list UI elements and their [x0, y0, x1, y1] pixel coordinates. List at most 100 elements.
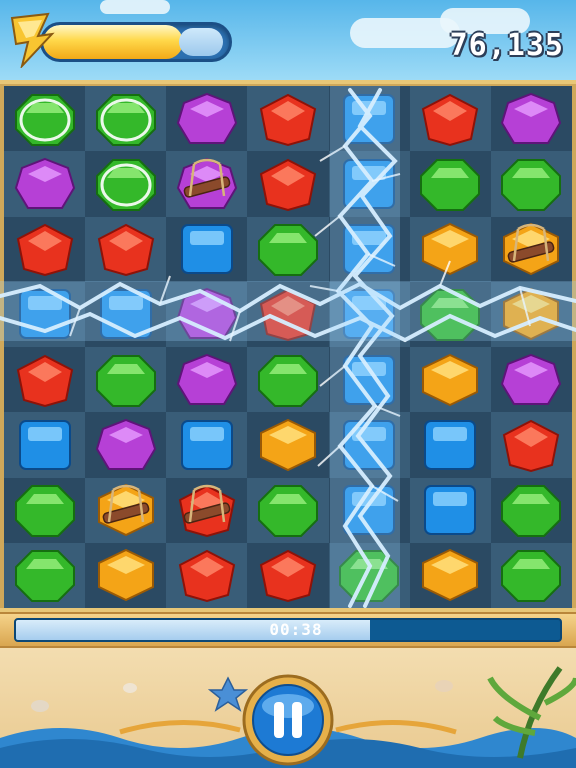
- gem-green-ring[interactable]: [93, 156, 159, 212]
- gem-red[interactable]: [255, 286, 321, 342]
- gem-green[interactable]: [417, 156, 483, 212]
- gem-green[interactable]: [12, 547, 78, 603]
- board-cell[interactable]: [409, 477, 491, 543]
- board-cell[interactable]: [85, 281, 167, 347]
- gem-red[interactable]: [12, 221, 78, 277]
- board-cell[interactable]: [328, 347, 410, 413]
- board-cell[interactable]: [247, 347, 329, 413]
- board-cell[interactable]: [247, 412, 329, 478]
- gem-blue[interactable]: [336, 417, 402, 473]
- gem-orange[interactable]: [417, 352, 483, 408]
- board-cell[interactable]: [4, 412, 86, 478]
- gem-red[interactable]: [255, 156, 321, 212]
- gem-red[interactable]: [417, 91, 483, 147]
- gem-blue[interactable]: [336, 352, 402, 408]
- gem-green[interactable]: [255, 221, 321, 277]
- board-cell[interactable]: [247, 216, 329, 282]
- gem-purple[interactable]: [498, 91, 564, 147]
- gem-red[interactable]: [174, 547, 240, 603]
- gem-purple[interactable]: [174, 286, 240, 342]
- board-cell[interactable]: [409, 86, 491, 152]
- gem-blue[interactable]: [12, 417, 78, 473]
- board-cell[interactable]: [328, 412, 410, 478]
- pause-button[interactable]: [240, 672, 336, 768]
- board-cell[interactable]: [328, 151, 410, 217]
- board-cell[interactable]: [166, 216, 248, 282]
- board-cell[interactable]: [4, 542, 86, 608]
- board-cell[interactable]: [166, 542, 248, 608]
- gem-blue[interactable]: [336, 91, 402, 147]
- board-cell[interactable]: [490, 412, 572, 478]
- board-cell[interactable]: [4, 216, 86, 282]
- gem-blue[interactable]: [174, 417, 240, 473]
- gem-orange[interactable]: [417, 221, 483, 277]
- board-cell[interactable]: [85, 86, 167, 152]
- gem-green[interactable]: [498, 547, 564, 603]
- board-cell[interactable]: [166, 347, 248, 413]
- gem-green-ring[interactable]: [12, 91, 78, 147]
- board-cell[interactable]: [409, 412, 491, 478]
- gem-red[interactable]: [498, 417, 564, 473]
- gem-green[interactable]: [93, 352, 159, 408]
- gem-purple-rope[interactable]: [174, 156, 240, 212]
- board-cell[interactable]: [328, 477, 410, 543]
- board-cell[interactable]: [328, 542, 410, 608]
- gem-purple[interactable]: [174, 91, 240, 147]
- gem-red[interactable]: [12, 352, 78, 408]
- board-cell[interactable]: [247, 477, 329, 543]
- gem-red[interactable]: [255, 91, 321, 147]
- gem-blue[interactable]: [336, 156, 402, 212]
- gem-purple[interactable]: [93, 417, 159, 473]
- game-board[interactable]: [4, 86, 572, 608]
- board-cell[interactable]: [85, 347, 167, 413]
- gem-blue[interactable]: [417, 482, 483, 538]
- gem-green[interactable]: [498, 482, 564, 538]
- board-cell[interactable]: [85, 412, 167, 478]
- gem-green[interactable]: [255, 482, 321, 538]
- gem-green[interactable]: [498, 156, 564, 212]
- board-cell[interactable]: [4, 347, 86, 413]
- board-cell[interactable]: [85, 542, 167, 608]
- board-cell[interactable]: [247, 542, 329, 608]
- board-cell[interactable]: [4, 151, 86, 217]
- gem-orange[interactable]: [498, 286, 564, 342]
- board-cell[interactable]: [166, 477, 248, 543]
- board-cell[interactable]: [166, 86, 248, 152]
- board-cell[interactable]: [247, 86, 329, 152]
- gem-green-ring[interactable]: [93, 91, 159, 147]
- board-cell[interactable]: [166, 412, 248, 478]
- board-cell[interactable]: [490, 86, 572, 152]
- board-cell[interactable]: [328, 86, 410, 152]
- gem-red[interactable]: [255, 547, 321, 603]
- gem-orange[interactable]: [93, 547, 159, 603]
- board-cell[interactable]: [247, 151, 329, 217]
- gem-green[interactable]: [417, 286, 483, 342]
- gem-blue[interactable]: [336, 482, 402, 538]
- board-cell[interactable]: [490, 542, 572, 608]
- board-cell[interactable]: [409, 281, 491, 347]
- board-cell[interactable]: [85, 477, 167, 543]
- gem-green[interactable]: [255, 352, 321, 408]
- gem-purple[interactable]: [498, 352, 564, 408]
- gem-orange[interactable]: [417, 547, 483, 603]
- gem-blue[interactable]: [174, 221, 240, 277]
- gem-blue[interactable]: [93, 286, 159, 342]
- board-cell[interactable]: [490, 151, 572, 217]
- gem-orange[interactable]: [255, 417, 321, 473]
- gem-purple[interactable]: [174, 352, 240, 408]
- gem-orange-rope[interactable]: [93, 482, 159, 538]
- gem-blue[interactable]: [336, 286, 402, 342]
- board-cell[interactable]: [490, 347, 572, 413]
- board-cell[interactable]: [247, 281, 329, 347]
- board-cell[interactable]: [328, 281, 410, 347]
- board-cell[interactable]: [85, 151, 167, 217]
- board-cell[interactable]: [490, 281, 572, 347]
- board-cell[interactable]: [166, 151, 248, 217]
- board-cell[interactable]: [490, 216, 572, 282]
- board-cell[interactable]: [409, 542, 491, 608]
- gem-blue[interactable]: [12, 286, 78, 342]
- board-cell[interactable]: [4, 281, 86, 347]
- gem-orange-rope[interactable]: [498, 221, 564, 277]
- board-cell[interactable]: [85, 216, 167, 282]
- board-cell[interactable]: [4, 86, 86, 152]
